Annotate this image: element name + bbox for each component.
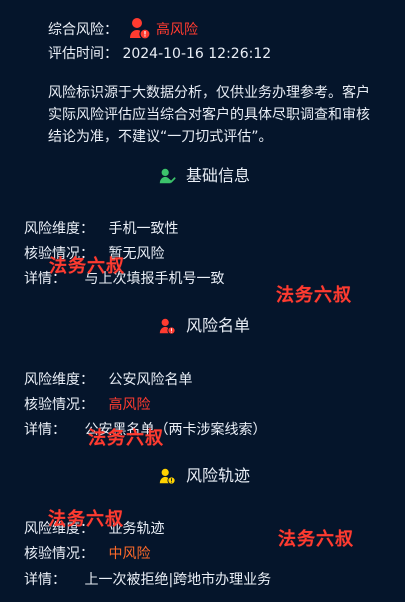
field-value: 高风险 bbox=[108, 397, 151, 413]
section-title-text: 基础信息 bbox=[186, 166, 251, 185]
section-title-text: 风险轨迹 bbox=[186, 466, 251, 485]
field-row: 风险维度： 手机一致性 bbox=[24, 219, 178, 239]
section-basic-info-title: 基础信息 bbox=[158, 166, 250, 186]
field-value: 公安黑名单（两卡涉案线索） bbox=[84, 422, 267, 438]
watermark-text: 法务六叔 bbox=[278, 529, 354, 550]
field-row: 风险维度： 公安风险名单 bbox=[24, 370, 192, 390]
overall-risk-label: 综合风险： bbox=[48, 22, 118, 38]
eval-time-row: 评估时间： 2024-10-16 12:26:12 bbox=[48, 44, 271, 64]
person-warning-icon bbox=[159, 468, 176, 485]
overall-risk-value: 高风险 bbox=[156, 22, 198, 38]
field-label: 核验情况： bbox=[24, 246, 94, 262]
eval-time-label: 评估时间： bbox=[48, 46, 118, 62]
person-alert-icon bbox=[159, 318, 176, 335]
field-row: 核验情况： 中风险 bbox=[24, 544, 150, 564]
watermark-text: 法务六叔 bbox=[276, 285, 352, 306]
field-row: 详情： 上一次被拒绝|跨地市办理业务 bbox=[24, 570, 271, 590]
overall-risk-row: 综合风险： bbox=[48, 20, 120, 40]
field-label: 风险维度： bbox=[24, 372, 94, 388]
field-value: 与上次填报手机号一致 bbox=[84, 271, 225, 287]
field-label: 风险维度： bbox=[24, 221, 94, 237]
field-value: 中风险 bbox=[108, 546, 151, 562]
section-risk-list-title: 风险名单 bbox=[158, 316, 250, 336]
field-label: 核验情况： bbox=[24, 397, 94, 413]
field-label: 详情： bbox=[24, 271, 66, 287]
eval-time-value: 2024-10-16 12:26:12 bbox=[122, 46, 272, 62]
field-label: 风险维度： bbox=[24, 521, 94, 537]
field-row: 详情： 公安黑名单（两卡涉案线索） bbox=[24, 420, 266, 440]
field-label: 核验情况： bbox=[24, 546, 94, 562]
field-value: 上一次被拒绝|跨地市办理业务 bbox=[84, 572, 272, 588]
field-value: 手机一致性 bbox=[108, 221, 179, 237]
field-row: 核验情况： 高风险 bbox=[24, 395, 150, 415]
field-label: 详情： bbox=[24, 572, 66, 588]
risk-disclaimer-note: 风险标识源于大数据分析，仅供业务办理参考。客户实际风险评估应当综合对客户的具体尽… bbox=[48, 85, 370, 145]
field-label: 详情： bbox=[24, 422, 66, 438]
field-row: 核验情况： 暂无风险 bbox=[24, 244, 164, 264]
person-check-icon bbox=[159, 168, 176, 184]
person-alert-icon bbox=[130, 18, 150, 40]
field-value: 公安风险名单 bbox=[108, 372, 193, 388]
field-row: 详情： 与上次填报手机号一致 bbox=[24, 269, 224, 289]
field-value: 业务轨迹 bbox=[108, 521, 165, 537]
section-risk-trace-title: 风险轨迹 bbox=[158, 466, 250, 486]
field-row: 风险维度： 业务轨迹 bbox=[24, 519, 164, 539]
field-value: 暂无风险 bbox=[108, 246, 165, 262]
section-title-text: 风险名单 bbox=[186, 316, 251, 335]
